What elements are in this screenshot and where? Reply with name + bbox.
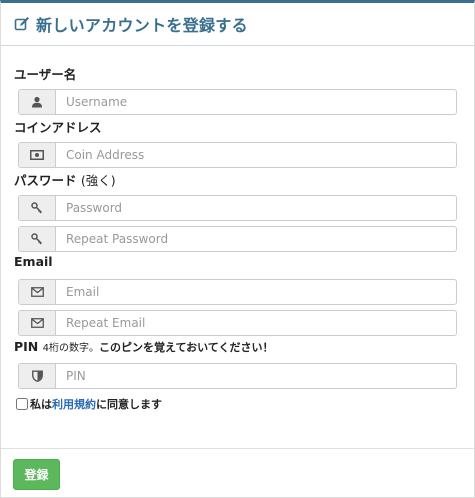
coin-address-input[interactable] bbox=[56, 143, 456, 167]
terms-suffix: に同意します bbox=[96, 398, 162, 411]
pin-note: 4桁の数字。 bbox=[42, 343, 100, 354]
terms-agreement: 私は 利用規約 に同意します bbox=[16, 396, 162, 412]
password-input[interactable] bbox=[56, 196, 456, 220]
footer-divider bbox=[1, 448, 474, 449]
pin-note-strong: このピンを覚えておいてください！ bbox=[99, 341, 274, 354]
shield-icon bbox=[19, 364, 56, 388]
email-field-group bbox=[18, 279, 457, 305]
money-icon bbox=[19, 143, 56, 167]
email-input[interactable] bbox=[56, 280, 456, 304]
repeat-email-field-group bbox=[18, 310, 457, 336]
email-label: Email bbox=[14, 254, 53, 269]
repeat-email-input[interactable] bbox=[56, 311, 456, 335]
key-icon bbox=[19, 196, 56, 220]
page-title: 新しいアカウントを登録する bbox=[36, 16, 248, 35]
envelope-icon bbox=[19, 280, 56, 304]
pin-label: PIN 4桁の数字。このピンを覚えておいてください！ bbox=[14, 339, 273, 355]
pin-field-group bbox=[18, 363, 457, 389]
password-label: パスワード (強く) bbox=[14, 170, 116, 189]
password-field-group bbox=[18, 195, 457, 221]
repeat-password-field-group bbox=[18, 226, 457, 252]
coin-address-label: コインアドレス bbox=[14, 120, 102, 135]
terms-checkbox[interactable] bbox=[16, 398, 28, 410]
pin-input[interactable] bbox=[56, 364, 456, 388]
key-icon bbox=[19, 227, 56, 251]
username-field-group bbox=[18, 89, 457, 115]
username-input[interactable] bbox=[56, 90, 456, 114]
register-panel: 新しいアカウントを登録する ユーザー名 コインアドレス パスワード (強く) bbox=[0, 0, 475, 498]
terms-prefix: 私は bbox=[30, 398, 52, 411]
username-label: ユーザー名 bbox=[14, 67, 77, 82]
terms-link[interactable]: 利用規約 bbox=[52, 396, 96, 412]
coin-address-field-group bbox=[18, 142, 457, 168]
pin-label-text: PIN bbox=[14, 339, 39, 354]
panel-header: 新しいアカウントを登録する bbox=[1, 3, 474, 46]
edit-icon bbox=[14, 16, 30, 32]
password-strength-note: (強く) bbox=[80, 173, 116, 188]
user-icon bbox=[19, 90, 56, 114]
envelope-icon bbox=[19, 311, 56, 335]
repeat-password-input[interactable] bbox=[56, 227, 456, 251]
password-label-text: パスワード bbox=[14, 173, 77, 188]
register-button[interactable]: 登録 bbox=[13, 459, 60, 490]
